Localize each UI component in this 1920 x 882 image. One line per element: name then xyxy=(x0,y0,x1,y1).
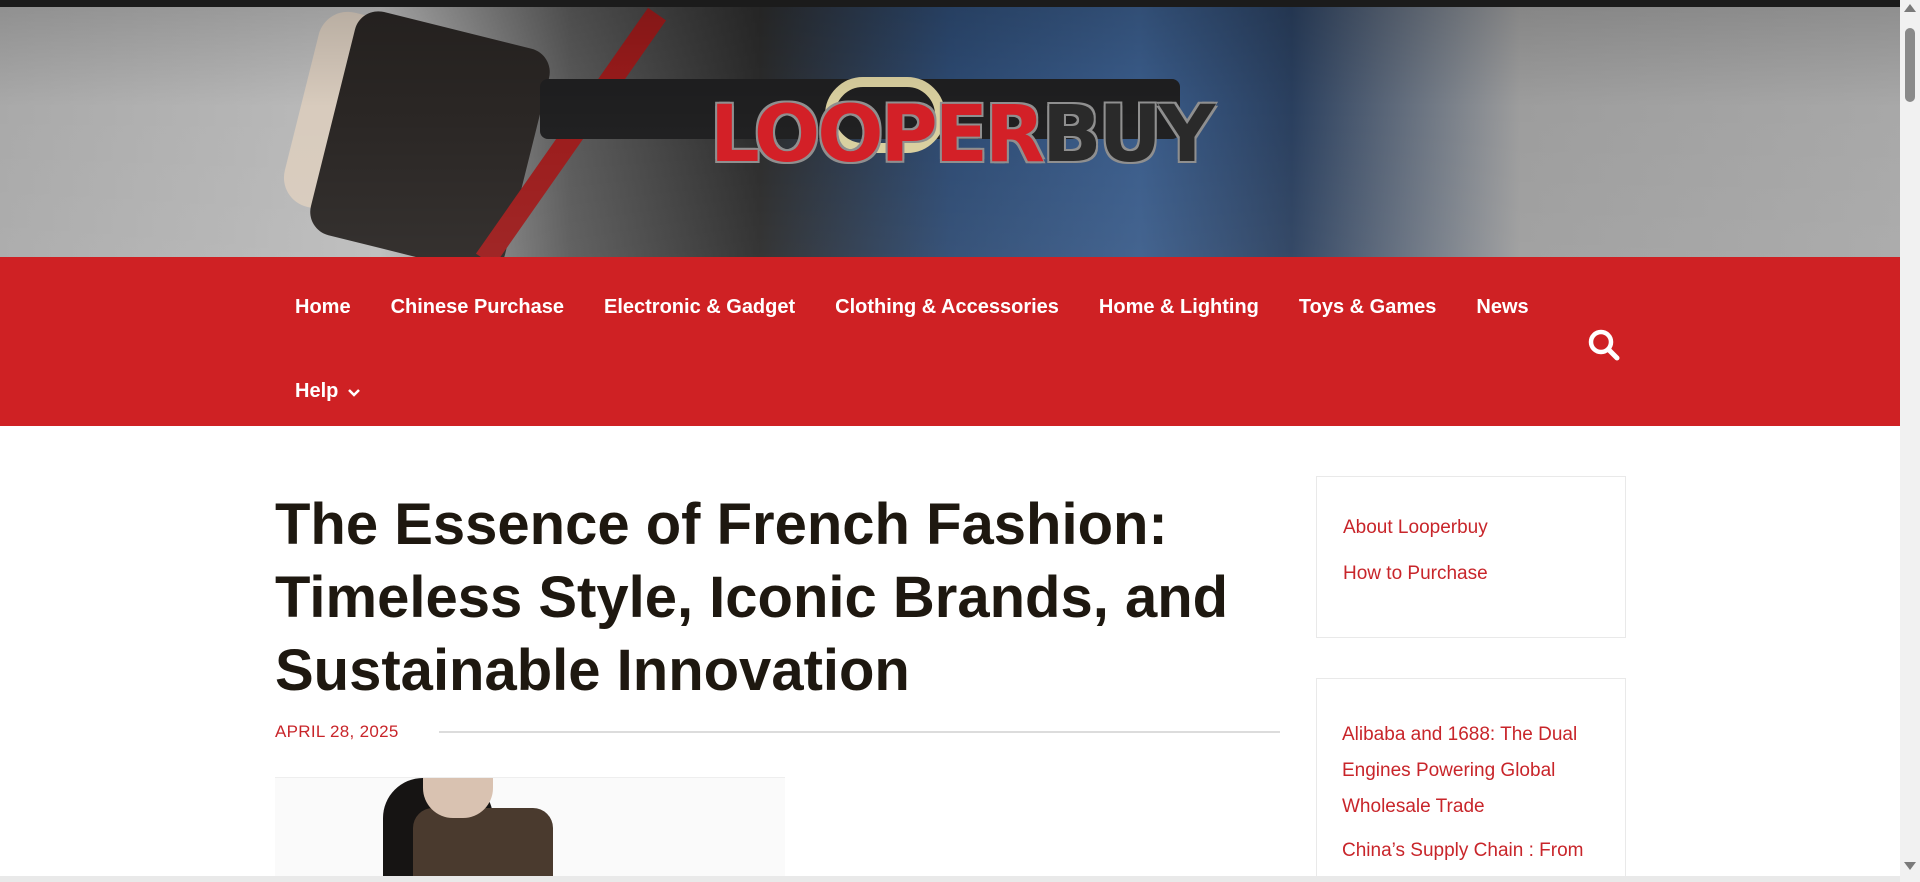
sidebar-post-link[interactable]: China’s Supply Chain : From xyxy=(1342,833,1612,869)
search-icon xyxy=(1588,329,1620,361)
top-strip xyxy=(0,0,1900,7)
sidebar-link-how-to-purchase[interactable]: How to Purchase xyxy=(1343,563,1488,585)
article-meta: APRIL 28, 2025 xyxy=(275,720,1280,744)
meta-divider xyxy=(438,731,1280,733)
featured-image xyxy=(275,777,785,882)
nav-item-toys-games[interactable]: Toys & Games xyxy=(1299,287,1436,327)
chevron-down-icon xyxy=(348,372,361,412)
nav-item-clothing-accessories[interactable]: Clothing & Accessories xyxy=(835,287,1059,327)
logo-text-buy: BUY xyxy=(1042,90,1215,180)
logo-text-looper: LOOPER xyxy=(710,90,1045,180)
nav-item-chinese-purchase[interactable]: Chinese Purchase xyxy=(391,287,564,327)
sidebar-post-link[interactable]: Alibaba and 1688: The Dual Engines Power… xyxy=(1342,717,1612,825)
horizontal-scrollbar[interactable] xyxy=(0,876,1900,882)
nav-item-home[interactable]: Home xyxy=(295,287,351,327)
sidebar-recent-posts-widget: Alibaba and 1688: The Dual Engines Power… xyxy=(1316,678,1626,882)
nav-item-help[interactable]: Help xyxy=(295,371,361,412)
main-navigation: Home Chinese Purchase Electronic & Gadge… xyxy=(0,257,1900,426)
scrollbar-thumb[interactable] xyxy=(1905,28,1915,102)
scroll-up-arrow-icon[interactable] xyxy=(1904,4,1916,12)
article-date[interactable]: APRIL 28, 2025 xyxy=(275,722,399,742)
header-banner: LOOPER BUY xyxy=(0,7,1900,257)
sidebar-pages-widget: About Looperbuy How to Purchase xyxy=(1316,476,1626,638)
nav-item-news[interactable]: News xyxy=(1476,287,1528,327)
scroll-down-arrow-icon[interactable] xyxy=(1904,862,1916,870)
nav-item-electronic-gadget[interactable]: Electronic & Gadget xyxy=(604,287,795,327)
vertical-scrollbar[interactable] xyxy=(1900,0,1920,882)
article-title: The Essence of French Fashion: Timeless … xyxy=(275,492,1229,703)
nav-item-help-label: Help xyxy=(295,380,339,402)
nav-row-2: Help xyxy=(295,371,400,412)
featured-image-shirt xyxy=(413,808,553,882)
sidebar-link-about[interactable]: About Looperbuy xyxy=(1343,517,1488,539)
site-logo[interactable]: LOOPER BUY xyxy=(710,90,1215,180)
nav-row-1: Home Chinese Purchase Electronic & Gadge… xyxy=(295,287,1569,327)
nav-item-home-lighting[interactable]: Home & Lighting xyxy=(1099,287,1259,327)
search-button[interactable] xyxy=(1586,327,1622,363)
